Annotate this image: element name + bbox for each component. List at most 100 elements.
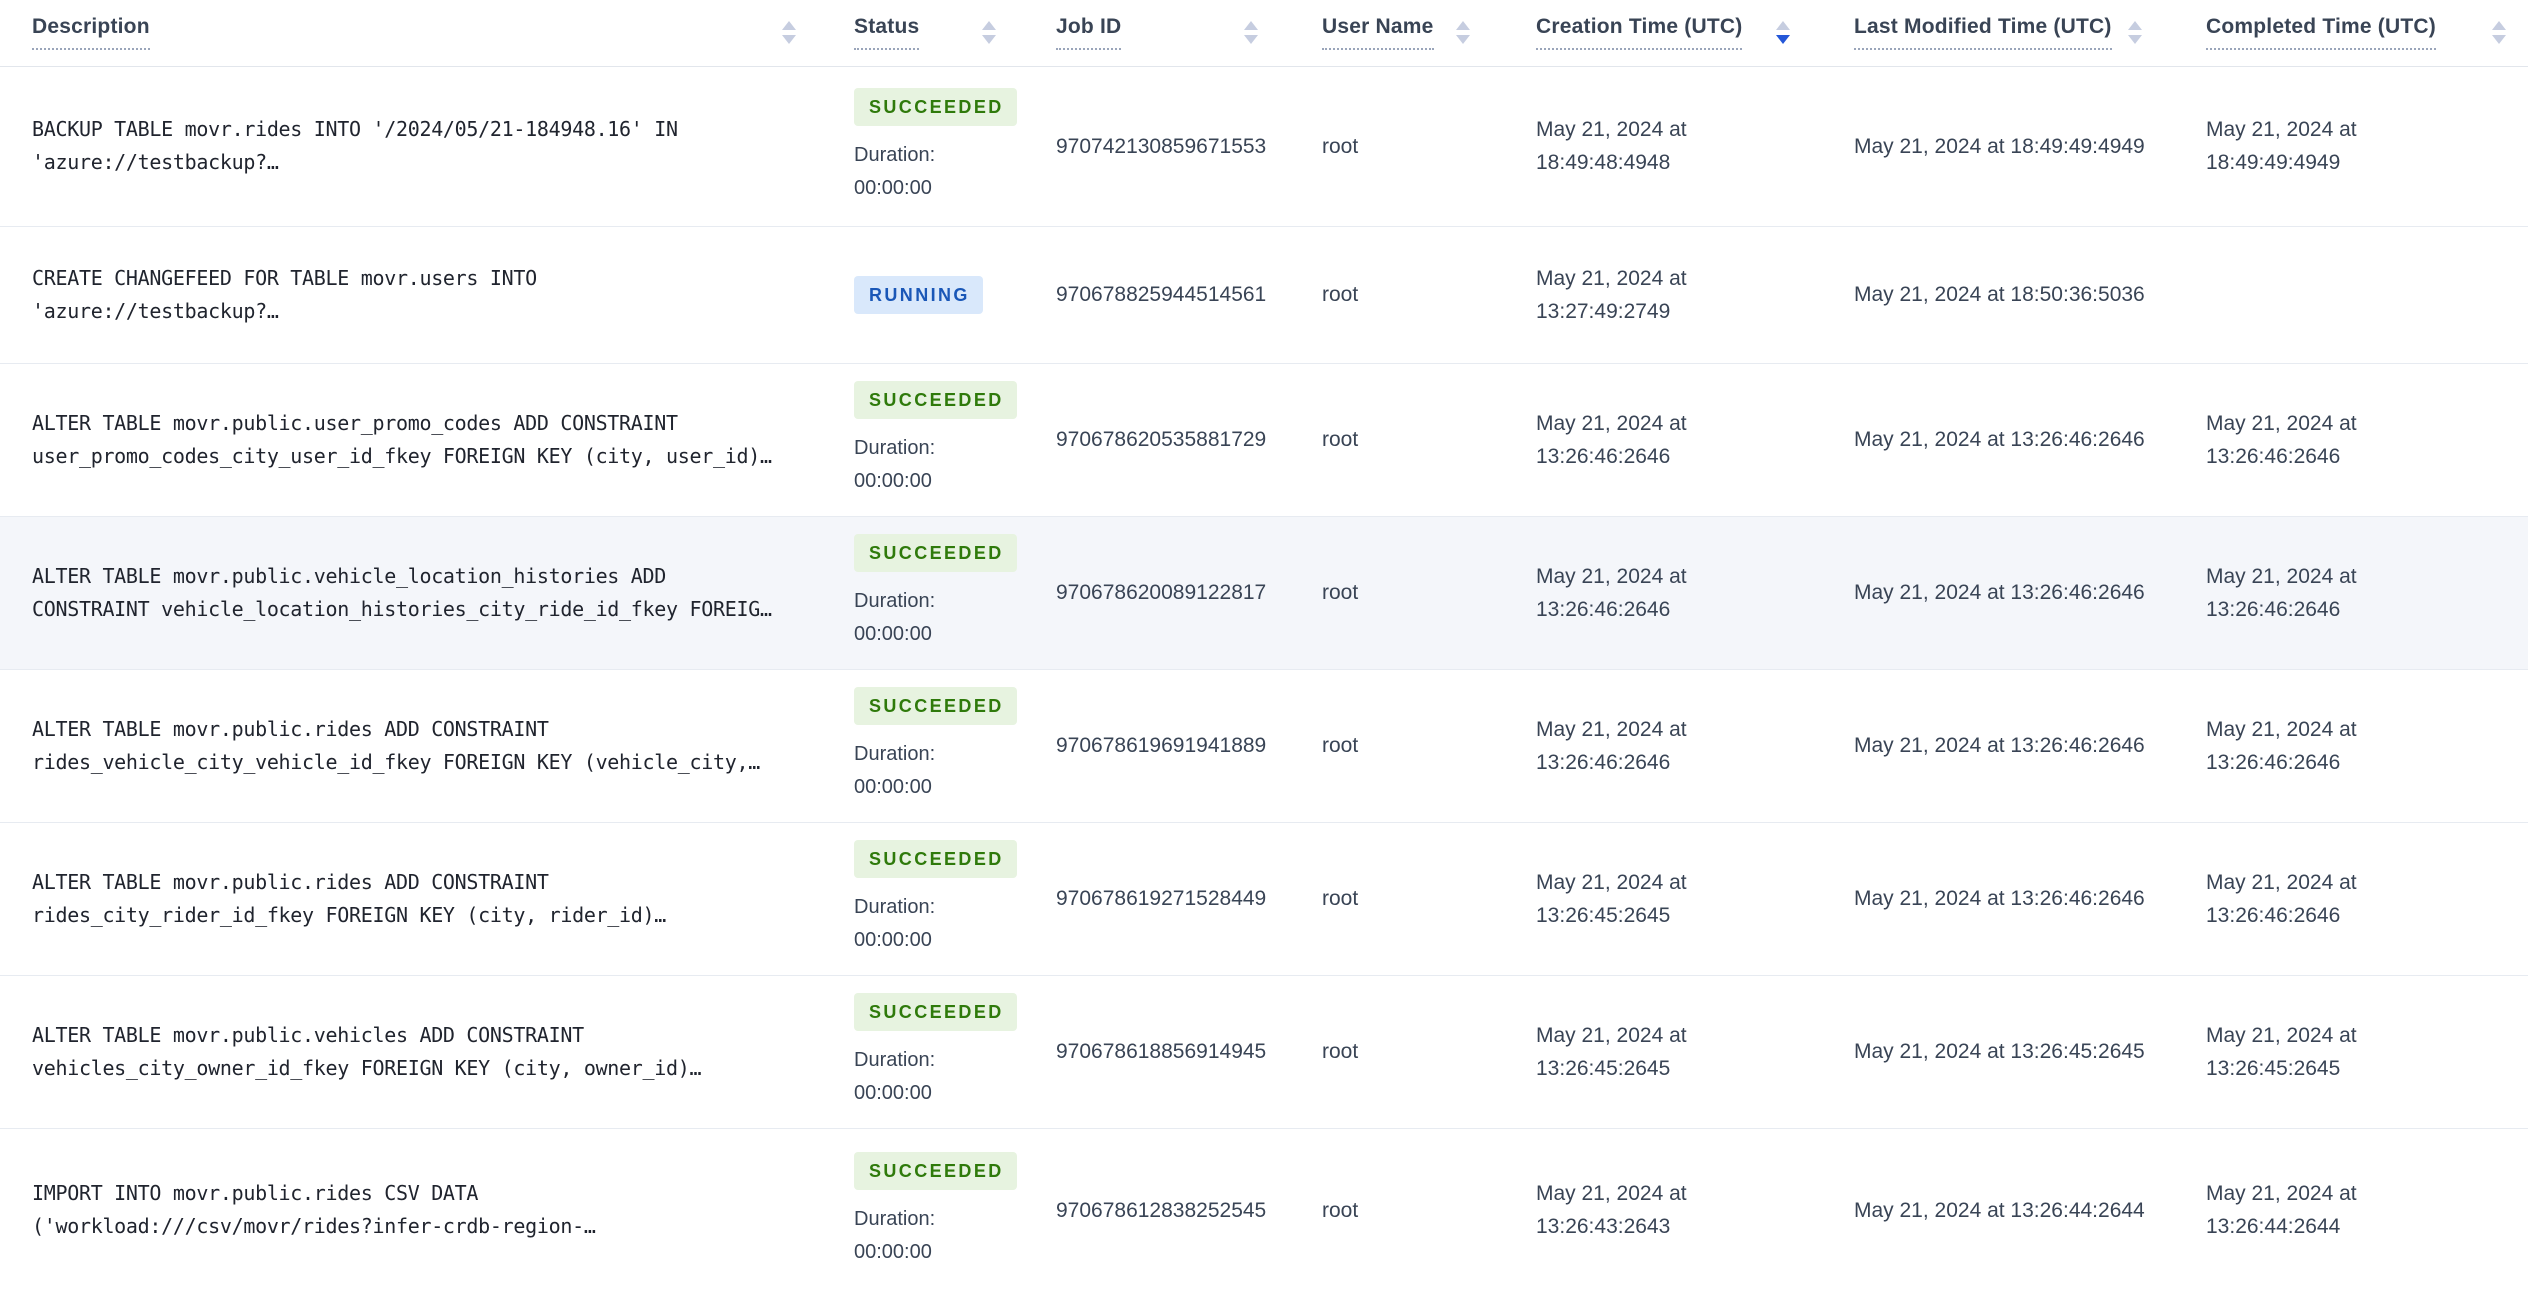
sort-icon-status[interactable] (982, 21, 996, 45)
job-description: IMPORT INTO movr.public.rides CSV DATA (… (32, 1181, 596, 1239)
duration-value: 00:00:00 (854, 929, 932, 951)
creation-time: May 21, 2024 at 13:26:45:2645 (1536, 870, 1687, 927)
job-id: 970678619271528449 (1056, 887, 1267, 910)
table-row-highlighted[interactable]: ALTER TABLE movr.public.vehicle_location… (0, 516, 2528, 669)
completed-time: May 21, 2024 at 13:26:45:2645 (2206, 1023, 2357, 1080)
job-id: 970678619691941889 (1056, 734, 1267, 757)
status-badge: SUCCEEDED (854, 534, 1017, 572)
creation-time: May 21, 2024 at 13:26:46:2646 (1536, 564, 1687, 621)
job-id: 970742130859671553 (1056, 134, 1267, 158)
table-row[interactable]: ALTER TABLE movr.public.rides ADD CONSTR… (0, 669, 2528, 822)
user-name: root (1322, 581, 1359, 604)
status-cell: SUCCEEDED Duration: 00:00:00 (818, 66, 1018, 226)
table-row[interactable]: CREATE CHANGEFEED FOR TABLE movr.users I… (0, 226, 2528, 363)
completed-time: May 21, 2024 at 13:26:46:2646 (2206, 411, 2357, 468)
column-label-completed-time[interactable]: Completed Time (UTC) (2206, 15, 2436, 51)
column-header-job-id[interactable]: Job ID (1018, 0, 1280, 67)
column-label-job-id[interactable]: Job ID (1056, 15, 1122, 51)
column-header-last-modified-time[interactable]: Last Modified Time (UTC) (1812, 0, 2164, 67)
column-header-status[interactable]: Status (818, 0, 1018, 67)
last-modified-time: May 21, 2024 at 13:26:46:2646 (1854, 734, 2145, 757)
creation-time: May 21, 2024 at 13:26:45:2645 (1536, 1023, 1687, 1080)
job-description: BACKUP TABLE movr.rides INTO '/2024/05/2… (32, 117, 678, 174)
completed-time: May 21, 2024 at 18:49:49:4949 (2206, 118, 2357, 174)
sort-icon-job-id[interactable] (1244, 21, 1258, 45)
job-description: ALTER TABLE movr.public.user_promo_codes… (32, 410, 772, 468)
column-header-creation-time[interactable]: Creation Time (UTC) (1492, 0, 1812, 67)
column-label-user-name[interactable]: User Name (1322, 15, 1434, 51)
duration-label: Duration: (854, 590, 936, 612)
duration-value: 00:00:00 (854, 623, 932, 645)
last-modified-time: May 21, 2024 at 18:49:49:4949 (1854, 134, 2145, 158)
column-label-creation-time[interactable]: Creation Time (UTC) (1536, 15, 1743, 51)
job-description: CREATE CHANGEFEED FOR TABLE movr.users I… (32, 265, 537, 323)
creation-time: May 21, 2024 at 13:26:46:2646 (1536, 717, 1687, 774)
creation-time: May 21, 2024 at 13:26:46:2646 (1536, 411, 1687, 468)
job-id: 970678618856914945 (1056, 1040, 1267, 1063)
duration-label: Duration: (854, 1207, 936, 1230)
column-header-description[interactable]: Description (0, 0, 818, 67)
user-name: root (1322, 134, 1359, 158)
status-badge: RUNNING (854, 275, 983, 314)
jobs-table-header: Description Status Job ID User Name Crea… (0, 0, 2528, 67)
jobs-table-body: BACKUP TABLE movr.rides INTO '/2024/05/2… (0, 66, 2528, 1292)
user-name: root (1322, 428, 1359, 451)
creation-time: May 21, 2024 at 13:26:43:2643 (1536, 1182, 1687, 1239)
sort-icon-creation-time-active-desc[interactable] (1776, 21, 1790, 45)
status-cell: SUCCEEDED Duration: 00:00:00 (818, 363, 1018, 516)
job-id: 970678612838252545 (1056, 1198, 1267, 1222)
job-description: ALTER TABLE movr.public.vehicles ADD CON… (32, 1022, 702, 1080)
creation-time: May 21, 2024 at 13:27:49:2749 (1536, 266, 1687, 323)
completed-time: May 21, 2024 at 13:26:46:2646 (2206, 564, 2357, 621)
last-modified-time: May 21, 2024 at 13:26:44:2644 (1854, 1198, 2145, 1222)
column-label-description[interactable]: Description (32, 15, 150, 51)
jobs-table: Description Status Job ID User Name Crea… (0, 0, 2528, 1292)
completed-time (2164, 226, 2528, 363)
sort-icon-description[interactable] (782, 21, 796, 45)
job-description: ALTER TABLE movr.public.rides ADD CONSTR… (32, 869, 667, 927)
user-name: root (1322, 734, 1359, 757)
sort-icon-user-name[interactable] (1456, 21, 1470, 45)
job-description: ALTER TABLE movr.public.rides ADD CONSTR… (32, 716, 760, 774)
duration-value: 00:00:00 (854, 470, 932, 492)
last-modified-time: May 21, 2024 at 13:26:46:2646 (1854, 887, 2145, 910)
duration-value: 00:00:00 (854, 1240, 932, 1263)
user-name: root (1322, 283, 1359, 306)
duration-label: Duration: (854, 896, 936, 918)
last-modified-time: May 21, 2024 at 13:26:45:2645 (1854, 1040, 2145, 1063)
status-badge: SUCCEEDED (854, 687, 1017, 725)
table-row[interactable]: ALTER TABLE movr.public.vehicles ADD CON… (0, 975, 2528, 1128)
completed-time: May 21, 2024 at 13:26:46:2646 (2206, 717, 2357, 774)
job-id: 970678825944514561 (1056, 283, 1267, 306)
user-name: root (1322, 887, 1359, 910)
table-row[interactable]: ALTER TABLE movr.public.user_promo_codes… (0, 363, 2528, 516)
status-cell: SUCCEEDED Duration: 00:00:00 (818, 1128, 1018, 1292)
duration-value: 00:00:00 (854, 1082, 932, 1104)
user-name: root (1322, 1040, 1359, 1063)
status-cell: SUCCEEDED Duration: 00:00:00 (818, 822, 1018, 975)
last-modified-time: May 21, 2024 at 13:26:46:2646 (1854, 428, 2145, 451)
creation-time: May 21, 2024 at 18:49:48:4948 (1536, 118, 1687, 174)
status-badge: SUCCEEDED (854, 840, 1017, 878)
status-badge: SUCCEEDED (854, 87, 1017, 126)
status-cell: SUCCEEDED Duration: 00:00:00 (818, 669, 1018, 822)
column-header-completed-time[interactable]: Completed Time (UTC) (2164, 0, 2528, 67)
table-row[interactable]: BACKUP TABLE movr.rides INTO '/2024/05/2… (0, 66, 2528, 226)
status-cell: SUCCEEDED Duration: 00:00:00 (818, 975, 1018, 1128)
last-modified-time: May 21, 2024 at 13:26:46:2646 (1854, 581, 2145, 604)
duration-label: Duration: (854, 437, 936, 459)
job-id: 970678620089122817 (1056, 581, 1267, 604)
sort-icon-completed-time[interactable] (2492, 21, 2506, 45)
column-header-user-name[interactable]: User Name (1280, 0, 1492, 67)
column-label-last-modified-time[interactable]: Last Modified Time (UTC) (1854, 15, 2112, 51)
duration-label: Duration: (854, 1049, 936, 1071)
completed-time: May 21, 2024 at 13:26:44:2644 (2206, 1182, 2357, 1239)
sort-icon-last-modified-time[interactable] (2128, 21, 2142, 45)
user-name: root (1322, 1198, 1359, 1222)
column-label-status[interactable]: Status (854, 15, 920, 51)
table-row[interactable]: IMPORT INTO movr.public.rides CSV DATA (… (0, 1128, 2528, 1292)
status-badge: SUCCEEDED (854, 381, 1017, 419)
duration-value: 00:00:00 (854, 776, 932, 798)
duration-label: Duration: (854, 143, 936, 166)
table-row[interactable]: ALTER TABLE movr.public.rides ADD CONSTR… (0, 822, 2528, 975)
